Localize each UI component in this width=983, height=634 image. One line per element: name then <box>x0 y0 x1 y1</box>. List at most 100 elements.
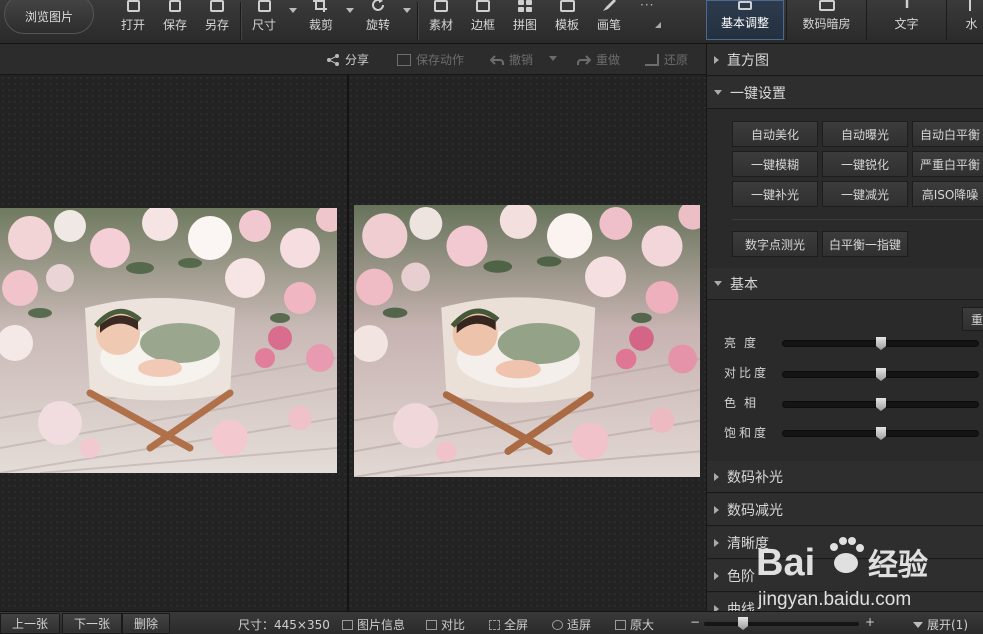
rotate-icon <box>370 0 386 12</box>
compare-label: 对比 <box>441 618 466 632</box>
auto-white-balance-button[interactable]: 自动白平衡 <box>912 121 983 147</box>
severe-white-balance-button[interactable]: 严重白平衡 <box>912 151 983 177</box>
section-basic[interactable]: 基本 <box>707 268 983 300</box>
expand-corner-icon[interactable] <box>655 22 661 28</box>
tab-basic-adjust[interactable]: 基本调整 <box>706 0 784 40</box>
section-label: 色阶 <box>727 568 755 585</box>
collage-label: 拼图 <box>512 18 537 32</box>
high-iso-denoise-button[interactable]: 高ISO降噪 <box>912 181 983 207</box>
zoom-in-button[interactable]: + <box>865 615 875 629</box>
save-button[interactable]: 保存 <box>158 0 192 44</box>
material-icon <box>434 0 448 12</box>
hue-slider[interactable] <box>782 398 979 411</box>
save-as-button[interactable]: 另存 <box>200 0 234 44</box>
fullscreen-button[interactable]: 全屏 <box>489 616 528 633</box>
image-info-button[interactable]: 图片信息 <box>342 616 405 633</box>
collage-button[interactable]: 拼图 <box>508 0 542 44</box>
restore-button[interactable]: 还原 <box>645 51 688 68</box>
reset-button[interactable]: 重 <box>962 307 983 331</box>
zoom-slider[interactable] <box>704 617 859 630</box>
rotate-dropdown-icon[interactable] <box>403 8 411 13</box>
border-button[interactable]: 边框 <box>466 0 500 44</box>
share-button[interactable]: 分享 <box>326 51 369 68</box>
white-balance-picker-button[interactable]: 白平衡一指键 <box>822 231 908 257</box>
section-curves[interactable]: 曲线 <box>707 593 983 611</box>
crop-button[interactable]: 裁剪 <box>304 0 338 44</box>
original-photo <box>0 208 337 473</box>
expand-filmstrip-button[interactable]: 展开(1) <box>913 616 968 633</box>
section-label: 数码补光 <box>727 469 783 486</box>
contrast-slider[interactable] <box>782 368 979 381</box>
brightness-label: 亮度 <box>724 336 765 350</box>
tab-watermark-label: 水 <box>965 17 978 31</box>
section-one-click[interactable]: 一键设置 <box>707 77 983 109</box>
tab-watermark[interactable]: 水 <box>946 0 983 40</box>
one-click-fill-light-button[interactable]: 一键补光 <box>732 181 818 207</box>
one-click-sharpen-button[interactable]: 一键锐化 <box>822 151 908 177</box>
resize-label: 尺寸 <box>251 18 276 32</box>
more-dots-icon[interactable]: ··· <box>640 0 654 12</box>
chevron-right-icon <box>714 55 719 64</box>
hue-slider-knob[interactable] <box>876 398 886 411</box>
template-button[interactable]: 模板 <box>550 0 584 44</box>
zoom-out-button[interactable]: − <box>690 615 700 629</box>
fit-screen-button[interactable]: 适屏 <box>552 616 591 633</box>
delete-button[interactable]: 删除 <box>122 613 171 634</box>
save-action-button[interactable]: 保存动作 <box>397 51 464 68</box>
redo-button[interactable]: 重做 <box>577 51 620 68</box>
action-bar: 分享 保存动作 撤销 重做 还原 <box>0 44 706 75</box>
section-histogram[interactable]: 直方图 <box>707 44 983 76</box>
crop-dropdown-icon[interactable] <box>346 8 354 13</box>
material-button[interactable]: 素材 <box>424 0 458 44</box>
zoom-slider-knob[interactable] <box>738 617 748 630</box>
brightness-slider-knob[interactable] <box>876 337 886 350</box>
fullscreen-icon <box>489 619 500 630</box>
compare-divider[interactable] <box>347 75 349 611</box>
auto-beautify-button[interactable]: 自动美化 <box>732 121 818 147</box>
section-one-click-label: 一键设置 <box>730 85 786 102</box>
section-clarity[interactable]: 清晰度 <box>707 527 983 559</box>
image-info-label: 图片信息 <box>357 618 406 632</box>
next-image-button[interactable]: 下一张 <box>62 613 123 634</box>
spot-metering-button[interactable]: 数字点测光 <box>732 231 818 257</box>
brush-button[interactable]: 画笔 <box>592 0 626 44</box>
tab-digital-darkroom[interactable]: 数码暗房 <box>786 0 866 40</box>
redo-icon <box>577 54 592 66</box>
toolbar-divider <box>417 2 418 40</box>
saturation-slider[interactable] <box>782 427 979 440</box>
one-click-reduce-light-button[interactable]: 一键减光 <box>822 181 908 207</box>
auto-exposure-button[interactable]: 自动曝光 <box>822 121 908 147</box>
browse-images-button[interactable]: 浏览图片 <box>4 0 94 34</box>
contrast-slider-knob[interactable] <box>876 368 886 381</box>
resize-dropdown-icon[interactable] <box>289 8 297 13</box>
section-basic-label: 基本 <box>730 276 758 293</box>
photo-editor-app: 浏览图片 打开 保存 另存 尺寸 裁剪 旋转 素材 边框 拼图 模板 画笔 ··… <box>0 0 983 634</box>
saturation-slider-knob[interactable] <box>876 427 886 440</box>
section-levels[interactable]: 色阶 <box>707 560 983 592</box>
adjust-icon <box>738 1 752 10</box>
save-action-label: 保存动作 <box>416 53 465 67</box>
rotate-button[interactable]: 旋转 <box>361 0 395 44</box>
tab-basic-adjust-label: 基本调整 <box>720 16 769 30</box>
compare-icon <box>426 619 437 630</box>
one-click-blur-button[interactable]: 一键模糊 <box>732 151 818 177</box>
border-label: 边框 <box>470 18 495 32</box>
undo-button[interactable]: 撤销 <box>489 51 533 68</box>
section-digital-reduce-light[interactable]: 数码减光 <box>707 494 983 526</box>
previous-image-button[interactable]: 上一张 <box>0 613 61 634</box>
triangle-down-icon <box>913 621 923 628</box>
save-as-icon <box>210 0 224 12</box>
section-digital-fill-light[interactable]: 数码补光 <box>707 461 983 493</box>
undo-dropdown-icon[interactable] <box>549 56 557 61</box>
compare-button[interactable]: 对比 <box>426 616 465 633</box>
panel-divider <box>732 219 983 220</box>
chevron-right-icon <box>714 571 719 580</box>
brush-label: 画笔 <box>596 18 621 32</box>
main-toolbar: 浏览图片 打开 保存 另存 尺寸 裁剪 旋转 素材 边框 拼图 模板 画笔 ··… <box>0 0 983 44</box>
resize-button[interactable]: 尺寸 <box>247 0 281 44</box>
original-size-button[interactable]: 原大 <box>615 616 654 633</box>
open-button[interactable]: 打开 <box>116 0 150 44</box>
watermark-icon <box>968 0 975 11</box>
tab-text[interactable]: 文字 <box>866 0 946 40</box>
brightness-slider[interactable] <box>782 337 979 350</box>
